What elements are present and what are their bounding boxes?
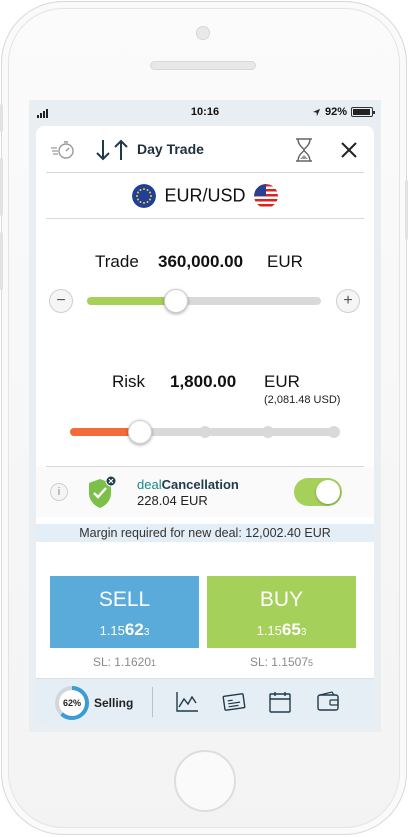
trade-increase-button[interactable]: +: [336, 289, 360, 313]
power-button: [405, 180, 408, 240]
timer-icon[interactable]: [50, 139, 76, 161]
trade-label: Trade: [95, 252, 139, 271]
chart-icon[interactable]: [174, 689, 200, 715]
sell-button[interactable]: SELL 1.15623: [50, 576, 199, 648]
us-flag-icon: [253, 184, 278, 208]
trade-decrease-button[interactable]: −: [49, 289, 73, 313]
sentiment-label[interactable]: Selling: [94, 696, 133, 710]
screen: 10:16 92% Day Trade EUR/USD Trade 360,00…: [29, 100, 381, 732]
battery-icon: [351, 107, 375, 117]
risk-slider-stop[interactable]: [328, 426, 340, 438]
risk-converted: (2,081.48 USD): [264, 394, 341, 406]
trade-slider-fill: [87, 297, 176, 305]
eu-flag-icon: [132, 184, 157, 208]
volume-up-button: [0, 158, 3, 216]
buy-button[interactable]: BUY 1.15653: [207, 576, 356, 648]
header-divider: [46, 172, 364, 173]
bottom-toolbar: 62% Selling: [36, 678, 374, 726]
trade-panel: Day Trade EUR/USD Trade 360,000.00 EUR −…: [36, 126, 374, 726]
news-icon[interactable]: [221, 689, 247, 715]
instrument-pair: EUR/USD: [164, 185, 246, 206]
margin-required: Margin required for new deal: 12,002.40 …: [36, 524, 374, 542]
sell-price: 1.15623: [99, 620, 150, 639]
status-bar: 10:16 92%: [29, 100, 381, 124]
instrument-selector[interactable]: EUR/USD: [36, 184, 374, 208]
shield-check-icon: [89, 475, 117, 508]
deal-cancellation-price: 228.04 EUR: [137, 493, 208, 508]
trade-type-title[interactable]: Day Trade: [137, 141, 204, 157]
sell-label: SELL: [98, 588, 151, 611]
toolbar-divider: [152, 687, 153, 717]
calendar-icon[interactable]: [267, 689, 293, 715]
hourglass-icon[interactable]: [294, 137, 314, 163]
deal-cancellation-toggle[interactable]: [294, 478, 342, 506]
deal-cancellation-title: dealCancellation: [137, 477, 239, 492]
sell-stop-loss: SL: 1.16201: [92, 655, 157, 669]
risk-slider-stop[interactable]: [262, 426, 274, 438]
home-button[interactable]: [174, 750, 236, 812]
risk-slider-stop[interactable]: [199, 426, 211, 438]
battery-percent: 92%: [324, 106, 347, 118]
pair-divider: [46, 218, 364, 219]
close-icon[interactable]: [340, 141, 358, 159]
risk-slider-handle[interactable]: [128, 420, 152, 444]
front-camera: [196, 26, 210, 40]
sentiment-percent: 62%: [62, 698, 81, 708]
earpiece-speaker: [150, 61, 256, 70]
wallet-icon[interactable]: [315, 689, 341, 715]
toggle-knob: [316, 480, 340, 504]
buy-label: BUY: [259, 588, 304, 611]
info-icon[interactable]: i: [50, 483, 68, 501]
volume-down-button: [0, 232, 3, 290]
buy-stop-loss: SL: 1.15075: [249, 655, 314, 669]
location-icon: [312, 108, 321, 116]
buy-price: 1.15653: [256, 620, 307, 639]
trade-value[interactable]: 360,000.00: [158, 252, 243, 272]
risk-value[interactable]: 1,800.00: [170, 372, 236, 392]
trade-header: Day Trade: [36, 126, 374, 172]
buy-sell-arrows-icon: [96, 139, 128, 161]
mute-switch: [0, 104, 3, 132]
risk-currency: EUR: [264, 372, 300, 391]
trade-currency: EUR: [267, 252, 303, 271]
risk-label: Risk: [112, 372, 146, 391]
trade-slider-handle[interactable]: [164, 289, 188, 313]
